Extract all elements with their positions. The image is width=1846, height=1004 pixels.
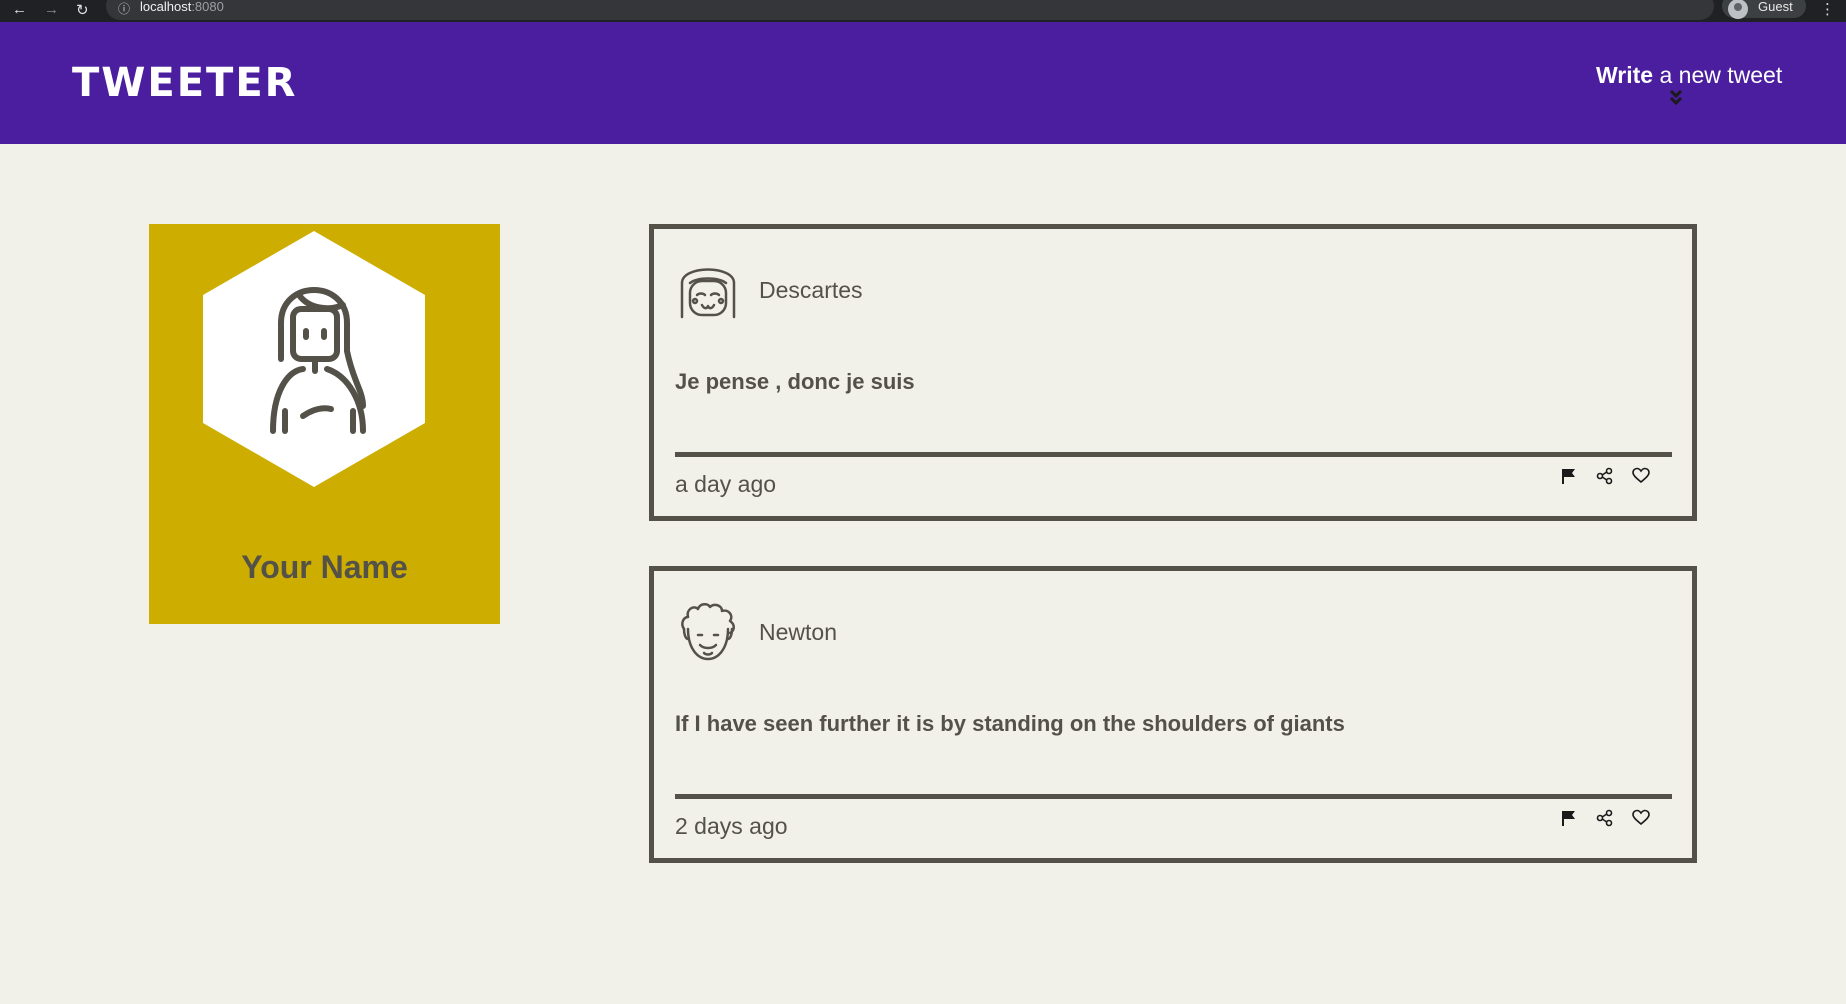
browser-toolbar: ← → ↻ ⓘ localhost:8080 Guest ⋮ (0, 0, 1846, 22)
tweet-card: Descartes Je pense , donc je suis a day … (649, 224, 1697, 521)
share-icon[interactable] (1596, 809, 1614, 827)
back-arrow-icon[interactable]: ← (12, 1, 27, 18)
profile-label: Guest (1758, 0, 1793, 14)
author-avatar-icon (681, 603, 735, 661)
tweet-divider (675, 452, 1672, 457)
tweet-author: Descartes (759, 277, 863, 303)
site-header: TWEETER Write a new tweet (0, 22, 1846, 144)
info-icon[interactable]: ⓘ (118, 0, 130, 17)
tweet-author: Newton (759, 619, 837, 645)
profile-name: Your Name (241, 549, 408, 585)
address-bar[interactable]: ⓘ localhost:8080 (106, 0, 1714, 20)
tweet-content: If I have seen further it is by standing… (675, 711, 1345, 736)
forward-arrow-icon[interactable]: → (44, 1, 59, 18)
browser-menu-icon[interactable]: ⋮ (1820, 0, 1835, 18)
profile-avatar-icon (1728, 0, 1748, 19)
tweet-card: Newton If I have seen further it is by s… (649, 566, 1697, 863)
profile-avatar (203, 231, 425, 487)
tweet-divider (675, 794, 1672, 799)
double-chevron-down-icon[interactable] (1668, 88, 1684, 108)
tweet-content: Je pense , donc je suis (675, 369, 915, 394)
share-icon[interactable] (1596, 467, 1614, 485)
site-logo[interactable]: TWEETER (72, 60, 297, 106)
compose-toggle[interactable]: Write a new tweet (1596, 62, 1783, 106)
tweet-timestamp: a day ago (675, 471, 777, 497)
reload-icon[interactable]: ↻ (76, 1, 89, 19)
flag-icon[interactable] (1560, 809, 1578, 827)
heart-icon[interactable] (1632, 467, 1650, 485)
compose-label: a new tweet (1653, 62, 1783, 88)
author-avatar-icon (680, 268, 736, 319)
profile-button[interactable]: Guest (1722, 0, 1806, 19)
tweet-timestamp: 2 days ago (675, 813, 788, 839)
compose-bold-label: Write (1596, 62, 1654, 88)
profile-card: Your Name (149, 224, 500, 624)
heart-icon[interactable] (1632, 809, 1650, 827)
address-url: localhost:8080 (140, 0, 224, 14)
flag-icon[interactable] (1560, 467, 1578, 485)
